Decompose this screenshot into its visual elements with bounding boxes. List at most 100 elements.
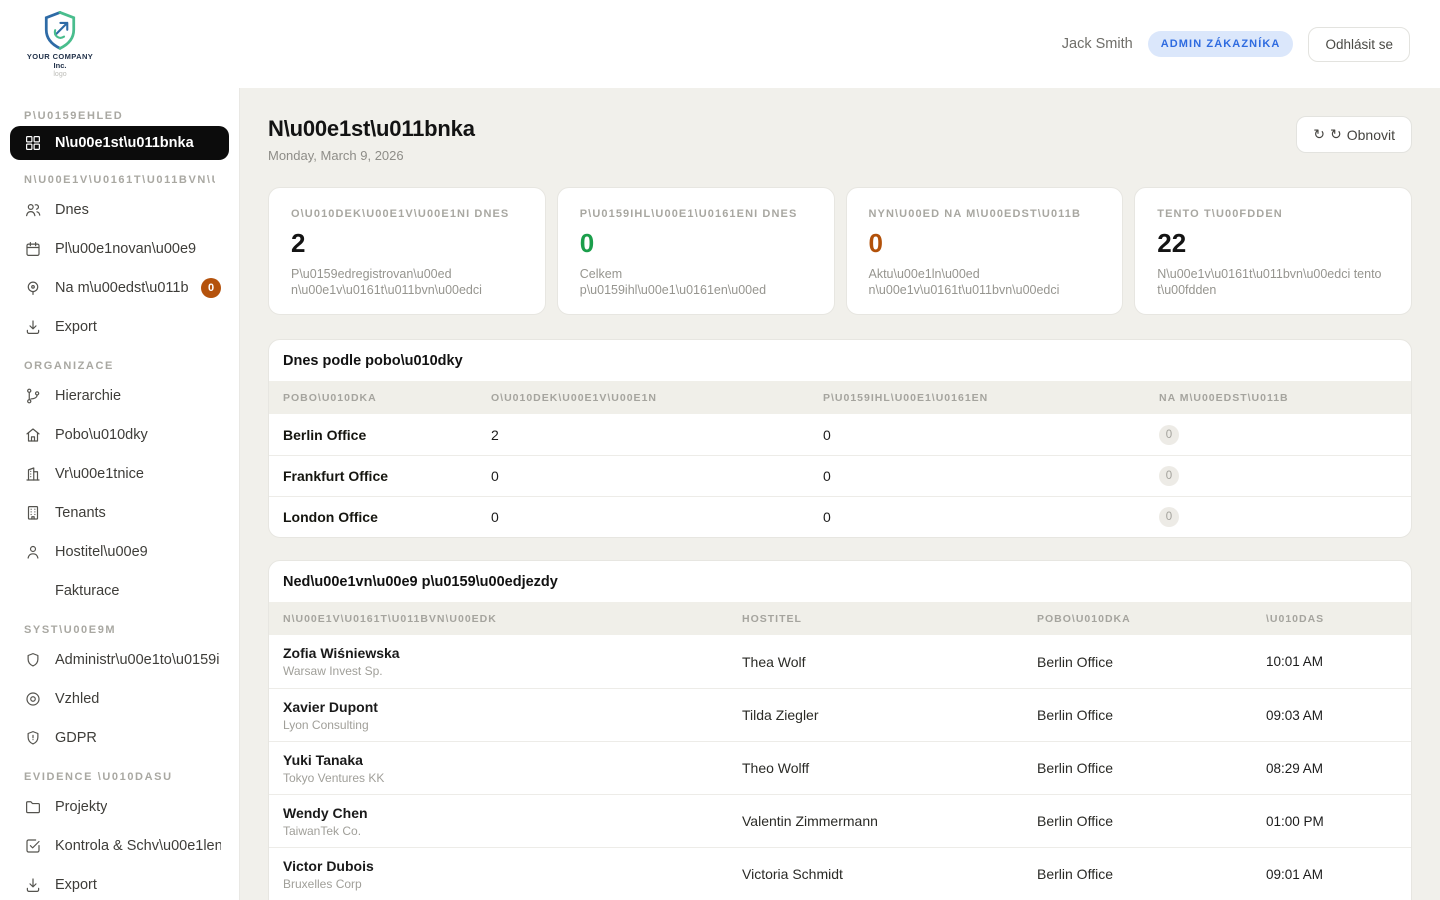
- sidebar-item[interactable]: Hierarchie: [0, 376, 239, 415]
- sidebar-nav: P\u0159ehledN\u00e1st\u011bnkaN\u00e1v\u…: [0, 88, 240, 900]
- main-content: N\u00e1st\u011bnka Monday, March 9, 2026…: [240, 88, 1440, 900]
- arrival-time: 09:01 AM: [1266, 867, 1397, 882]
- sidebar-item[interactable]: Export: [0, 307, 239, 346]
- page-header: N\u00e1st\u011bnka Monday, March 9, 2026…: [268, 116, 1412, 163]
- page-date: Monday, March 9, 2026: [268, 148, 475, 163]
- branch-table-row: London Office000: [269, 496, 1411, 537]
- arrivals-panel-title: Ned\u00e1vn\u00e9 p\u0159\u00edjezdy: [269, 561, 1411, 602]
- visitor-cell: Yuki TanakaTokyo Ventures KK: [283, 752, 742, 785]
- column-header: Hostitel: [742, 613, 1037, 625]
- sidebar-item-label: Tenants: [55, 505, 106, 521]
- sidebar-item[interactable]: Export: [0, 865, 239, 900]
- sidebar-item[interactable]: Pobo\u010dky: [0, 415, 239, 454]
- stat-subtext: P\u0159edregistrovan\u00ed n\u00e1v\u016…: [291, 266, 523, 299]
- visitor-company: Lyon Consulting: [283, 718, 742, 732]
- recent-arrivals-panel: Ned\u00e1vn\u00e9 p\u0159\u00edjezdy N\u…: [268, 560, 1412, 900]
- arrivals-table-header: N\u00e1v\u0161t\u011bvn\u00edkHostitelPo…: [269, 602, 1411, 635]
- sidebar-item-label: Na m\u00edst\u011b: [55, 280, 188, 296]
- shield-icon: [24, 651, 42, 669]
- download-icon: [24, 318, 42, 336]
- refresh-icon: ↻: [1330, 126, 1342, 143]
- host-name: Victoria Schmidt: [742, 866, 1037, 882]
- stat-value: 0: [869, 228, 1101, 259]
- header-right-group: Jack Smith Admin zákazníka Odhlásit se: [1062, 27, 1410, 62]
- sidebar-item[interactable]: N\u00e1st\u011bnka: [10, 126, 229, 160]
- refresh-button[interactable]: ↻ ↻ Obnovit: [1296, 116, 1412, 153]
- stat-label: Nyn\u00ed na m\u00edst\u011b: [869, 208, 1101, 220]
- sidebar-item[interactable]: Tenants: [0, 493, 239, 532]
- sidebar-item[interactable]: Vr\u00e1tnice: [0, 454, 239, 493]
- role-badge: Admin zákazníka: [1148, 31, 1294, 57]
- sidebar-item[interactable]: Na m\u00edst\u011b0: [0, 268, 239, 307]
- stat-value: 22: [1157, 228, 1389, 259]
- arrival-table-row: Victor DuboisBruxelles CorpVictoria Schm…: [269, 847, 1411, 900]
- on-site-cell: 0: [1159, 507, 1397, 527]
- expected-count: 2: [491, 427, 823, 443]
- visitor-name: Zofia Wiśniewska: [283, 645, 742, 661]
- company-logo: YOUR COMPANY Inc. logo: [23, 10, 97, 78]
- sidebar-item[interactable]: GDPR: [0, 718, 239, 757]
- stat-card: Nyn\u00ed na m\u00edst\u011b0Aktu\u00e1l…: [846, 187, 1124, 315]
- stat-label: O\u010dek\u00e1v\u00e1ni dnes: [291, 208, 523, 220]
- branch-summary-panel: Dnes podle pobo\u010dky Pobo\u010dkaO\u0…: [268, 339, 1412, 538]
- sidebar-item-label: Hierarchie: [55, 388, 121, 404]
- users-icon: [24, 201, 42, 219]
- shield-dot-icon: [24, 729, 42, 747]
- branch-name: Berlin Office: [1037, 866, 1266, 882]
- sidebar-item-label: Hostitel\u00e9: [55, 544, 148, 560]
- stat-value: 2: [291, 228, 523, 259]
- stat-card: Tento t\u00fdden 22 N\u00e1v\u0161t\u011bv…: [1134, 187, 1412, 315]
- stat-subtext: Celkem p\u0159ihl\u00e1\u0161en\u00ed: [580, 266, 812, 299]
- sidebar-item[interactable]: Administr\u00e1to\u0159i: [0, 640, 239, 679]
- user-icon: [24, 543, 42, 561]
- stat-label: Tento t\u00fdden: [1157, 208, 1389, 220]
- sidebar-item-label: Vzhled: [55, 691, 99, 707]
- stats-grid: O\u010dek\u00e1v\u00e1ni dnes 2 P\u0159edr…: [268, 187, 1412, 315]
- visitor-cell: Victor DuboisBruxelles Corp: [283, 858, 742, 891]
- stat-subtext: N\u00e1v\u0161t\u011bvn\u00edci tento t\…: [1157, 266, 1389, 299]
- arrival-table-row: Yuki TanakaTokyo Ventures KKTheo WolffBe…: [269, 741, 1411, 794]
- sidebar-section-label: Syst\u00e9m: [24, 624, 215, 636]
- sidebar-item[interactable]: Fakturace: [0, 571, 239, 610]
- sidebar-item[interactable]: Dnes: [0, 190, 239, 229]
- column-header: Pobo\u010dka: [283, 392, 491, 404]
- stat-label: P\u0159ihl\u00e1\u0161eni dnes: [580, 208, 812, 220]
- visitor-company: Warsaw Invest Sp.: [283, 664, 742, 678]
- logo-caption: logo: [53, 71, 66, 78]
- download-icon: [24, 876, 42, 894]
- sidebar-item-label: Vr\u00e1tnice: [55, 466, 144, 482]
- column-header: Na m\u00edst\u011b: [1159, 392, 1397, 404]
- top-header: YOUR COMPANY Inc. logo Jack Smith Admin …: [0, 0, 1440, 88]
- sidebar-item[interactable]: Vzhled: [0, 679, 239, 718]
- branch-name: Berlin Office: [1037, 813, 1266, 829]
- sidebar-item[interactable]: Pl\u00e1novan\u00e9: [0, 229, 239, 268]
- sidebar-item-label: Export: [55, 319, 97, 335]
- stat-card: P\u0159ihl\u00e1\u0161eni dnes 0 Celkem p\…: [557, 187, 835, 315]
- visitor-company: TaiwanTek Co.: [283, 824, 742, 838]
- dashboard-icon: [24, 134, 42, 152]
- branch-name: Berlin Office: [1037, 654, 1266, 670]
- map-pin-icon: [24, 279, 42, 297]
- sidebar-item[interactable]: Hostitel\u00e9: [0, 532, 239, 571]
- column-header: N\u00e1v\u0161t\u011bvn\u00edk: [283, 613, 742, 625]
- sidebar-section-label: P\u0159ehled: [24, 110, 215, 122]
- logo-inc-text: Inc.: [54, 61, 67, 70]
- arrival-table-row: Zofia WiśniewskaWarsaw Invest Sp.Thea Wo…: [269, 635, 1411, 688]
- stat-value: 0: [580, 228, 812, 259]
- branch-panel-title: Dnes podle pobo\u010dky: [269, 340, 1411, 381]
- branch-name: Berlin Office: [1037, 760, 1266, 776]
- arrival-table-row: Wendy ChenTaiwanTek Co.Valentin Zimmerma…: [269, 794, 1411, 847]
- stat-card: O\u010dek\u00e1v\u00e1ni dnes 2 P\u0159edr…: [268, 187, 546, 315]
- sidebar-item[interactable]: Projekty: [0, 787, 239, 826]
- arrival-time: 01:00 PM: [1266, 814, 1397, 829]
- host-name: Tilda Ziegler: [742, 707, 1037, 723]
- shield-logo-icon: [40, 10, 80, 52]
- logout-button[interactable]: Odhlásit se: [1308, 27, 1410, 62]
- branch-name: Berlin Office: [283, 427, 491, 443]
- sidebar-item[interactable]: Kontrola & Schv\u00e1len\u00ed: [0, 826, 239, 865]
- arrivals-table-body: Zofia WiśniewskaWarsaw Invest Sp.Thea Wo…: [269, 635, 1411, 900]
- sidebar-item-label: Projekty: [55, 799, 107, 815]
- signed-in-count: 0: [823, 509, 1159, 525]
- visitor-company: Tokyo Ventures KK: [283, 771, 742, 785]
- branch-table-body: Berlin Office200Frankfurt Office000Londo…: [269, 414, 1411, 537]
